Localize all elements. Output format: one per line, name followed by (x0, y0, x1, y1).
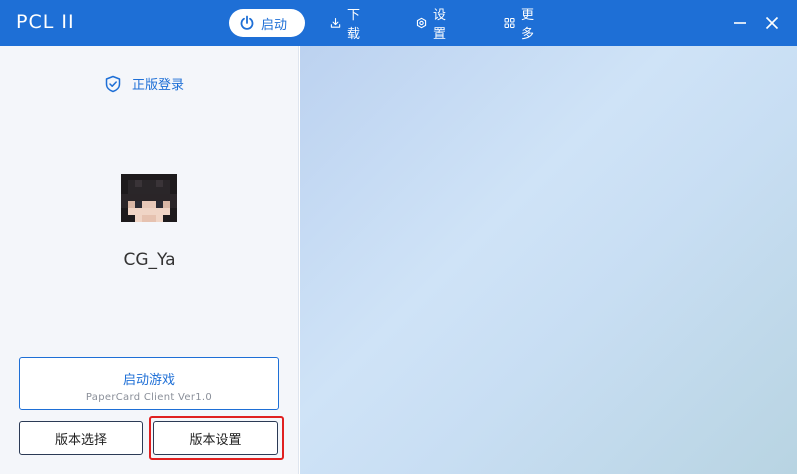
shield-check-icon (105, 75, 121, 92)
tab-more-label: 更多 (521, 8, 535, 42)
login-mode-link[interactable]: 正版登录 (104, 74, 184, 93)
launch-sidebar: 正版登录 CG_Ya 启动游戏 PaperCard Client Ver1.0 … (0, 46, 299, 474)
username: CG_Ya (123, 250, 176, 270)
power-icon (240, 15, 254, 30)
title-bar: PCL II 启动 下载 设置 更多 (0, 0, 797, 46)
main-background (300, 46, 797, 474)
login-mode-label: 正版登录 (132, 78, 185, 93)
version-select-button[interactable]: 版本选择 (19, 421, 143, 455)
download-icon (330, 17, 341, 28)
close-icon (765, 16, 779, 30)
tab-launch[interactable]: 启动 (229, 9, 305, 37)
tab-settings[interactable]: 设置 (406, 8, 461, 42)
tab-more[interactable]: 更多 (494, 8, 549, 42)
tab-launch-label: 启动 (261, 17, 288, 33)
tab-settings-label: 设置 (433, 8, 447, 42)
launch-game-button[interactable]: 启动游戏 PaperCard Client Ver1.0 (19, 357, 279, 410)
launch-version-label: PaperCard Client Ver1.0 (85, 392, 213, 403)
minimize-icon (734, 22, 746, 24)
close-button[interactable] (762, 13, 782, 33)
gear-icon (416, 17, 427, 29)
version-settings-button[interactable]: 版本设置 (153, 421, 278, 455)
tab-download[interactable]: 下载 (320, 8, 375, 42)
tab-download-label: 下载 (347, 8, 361, 42)
minimize-button[interactable] (730, 13, 750, 33)
player-head-avatar (121, 174, 177, 222)
app-title: PCL II (16, 11, 75, 33)
grid-icon (504, 17, 515, 29)
launch-game-label: 启动游戏 (122, 373, 175, 388)
